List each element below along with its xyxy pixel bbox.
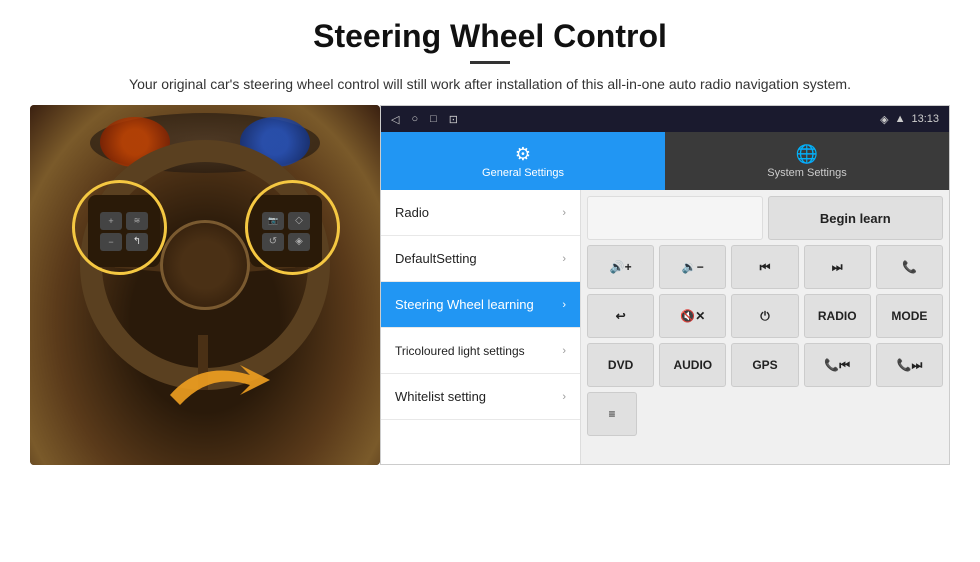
page-header: Steering Wheel Control Your original car… — [0, 0, 980, 105]
gps-icon: ◈ — [880, 113, 888, 126]
tab-general-label: General Settings — [482, 167, 564, 179]
tel-prev-icon: 📞⏮ — [824, 358, 850, 373]
chevron-icon: › — [562, 345, 566, 357]
hangup-icon: ↩ — [616, 309, 626, 323]
power-icon: ⏻ — [760, 309, 770, 324]
screen-icon: ⊡ — [449, 113, 458, 126]
arrow-indicator — [160, 340, 290, 425]
time-display: 13:13 — [911, 113, 939, 125]
next-icon: ⏭ — [832, 260, 843, 275]
phone-button[interactable]: 📞 — [876, 245, 943, 289]
status-bar-left: ◁ ○ □ ⊡ — [391, 113, 458, 126]
status-bar-right: ◈ ▲ 13:13 — [880, 113, 939, 126]
prev-track-button[interactable]: ⏮ — [731, 245, 798, 289]
menu-item-whitelist[interactable]: Whitelist setting › — [381, 374, 580, 420]
highlight-circle-right — [245, 180, 340, 275]
controls-area: Begin learn 🔊+ 🔉− ⏮ ⏭ — [581, 190, 949, 464]
menu-list: Radio › DefaultSetting › Steering Wheel … — [381, 190, 581, 464]
controls-row-1: Begin learn — [587, 196, 943, 240]
android-panel: ◁ ○ □ ⊡ ◈ ▲ 13:13 ⚙ General Settings 🌐 S… — [380, 105, 950, 465]
audio-button[interactable]: AUDIO — [659, 343, 726, 387]
menu-default-label: DefaultSetting — [395, 251, 477, 266]
main-content: Radio › DefaultSetting › Steering Wheel … — [381, 190, 949, 464]
empty-slot — [587, 196, 763, 240]
tel-prev-button[interactable]: 📞⏮ — [804, 343, 871, 387]
dvd-label: DVD — [608, 358, 633, 372]
menu-radio-label: Radio — [395, 205, 429, 220]
page-description: Your original car's steering wheel contr… — [60, 74, 920, 95]
gps-button[interactable]: GPS — [731, 343, 798, 387]
hangup-button[interactable]: ↩ — [587, 294, 654, 338]
radio-button[interactable]: RADIO — [804, 294, 871, 338]
menu-item-default[interactable]: DefaultSetting › — [381, 236, 580, 282]
menu-item-steering[interactable]: Steering Wheel learning › — [381, 282, 580, 328]
vol-up-icon: 🔊+ — [610, 260, 632, 274]
controls-row-5: ≡ — [587, 392, 943, 436]
general-settings-icon: ⚙ — [515, 144, 531, 165]
menu-tricolour-label: Tricoloured light settings — [395, 344, 525, 358]
controls-row-3: ↩ 🔇✕ ⏻ RADIO MODE — [587, 294, 943, 338]
status-bar: ◁ ○ □ ⊡ ◈ ▲ 13:13 — [381, 106, 949, 132]
radio-label: RADIO — [818, 309, 857, 323]
mode-label: MODE — [891, 309, 927, 323]
tab-general[interactable]: ⚙ General Settings — [381, 132, 665, 190]
special-button[interactable]: ≡ — [587, 392, 637, 436]
tel-next-icon: 📞⏭ — [897, 358, 923, 373]
vol-down-icon: 🔉− — [682, 260, 704, 274]
menu-item-tricolour[interactable]: Tricoloured light settings › — [381, 328, 580, 374]
vol-down-button[interactable]: 🔉− — [659, 245, 726, 289]
vol-up-button[interactable]: 🔊+ — [587, 245, 654, 289]
back-icon: ◁ — [391, 113, 399, 126]
dvd-button[interactable]: DVD — [587, 343, 654, 387]
chevron-icon: › — [562, 253, 566, 265]
recents-icon: □ — [430, 113, 437, 125]
tab-system[interactable]: 🌐 System Settings — [665, 132, 949, 190]
highlight-circle-left — [72, 180, 167, 275]
menu-item-radio[interactable]: Radio › — [381, 190, 580, 236]
page-title: Steering Wheel Control — [60, 18, 920, 55]
nav-tabs: ⚙ General Settings 🌐 System Settings — [381, 132, 949, 190]
phone-icon: 📞 — [902, 260, 917, 274]
controls-row-4: DVD AUDIO GPS 📞⏮ 📞⏭ — [587, 343, 943, 387]
menu-steering-label: Steering Wheel learning — [395, 297, 534, 312]
steering-wheel-image: + ≋ − ↰ 📷 ◇ ↺ ◈ — [30, 105, 380, 465]
power-button[interactable]: ⏻ — [731, 294, 798, 338]
controls-row-2: 🔊+ 🔉− ⏮ ⏭ 📞 — [587, 245, 943, 289]
special-icon: ≡ — [608, 407, 615, 421]
content-area: + ≋ − ↰ 📷 ◇ ↺ ◈ — [30, 105, 950, 485]
next-track-button[interactable]: ⏭ — [804, 245, 871, 289]
mute-button[interactable]: 🔇✕ — [659, 294, 726, 338]
chevron-icon: › — [562, 207, 566, 219]
signal-icon: ▲ — [895, 113, 906, 125]
chevron-icon: › — [562, 299, 566, 311]
title-divider — [470, 61, 510, 64]
audio-label: AUDIO — [673, 358, 712, 372]
gps-label: GPS — [752, 358, 777, 372]
mode-button[interactable]: MODE — [876, 294, 943, 338]
mute-icon: 🔇✕ — [680, 309, 705, 323]
home-icon: ○ — [411, 113, 418, 125]
menu-whitelist-label: Whitelist setting — [395, 389, 486, 404]
prev-icon: ⏮ — [760, 260, 771, 275]
begin-learn-label: Begin learn — [820, 211, 891, 226]
tel-next-button[interactable]: 📞⏭ — [876, 343, 943, 387]
begin-learn-button[interactable]: Begin learn — [768, 196, 944, 240]
system-settings-icon: 🌐 — [796, 144, 818, 165]
steering-wheel-hub — [160, 220, 250, 310]
tab-system-label: System Settings — [767, 167, 846, 179]
chevron-icon: › — [562, 391, 566, 403]
